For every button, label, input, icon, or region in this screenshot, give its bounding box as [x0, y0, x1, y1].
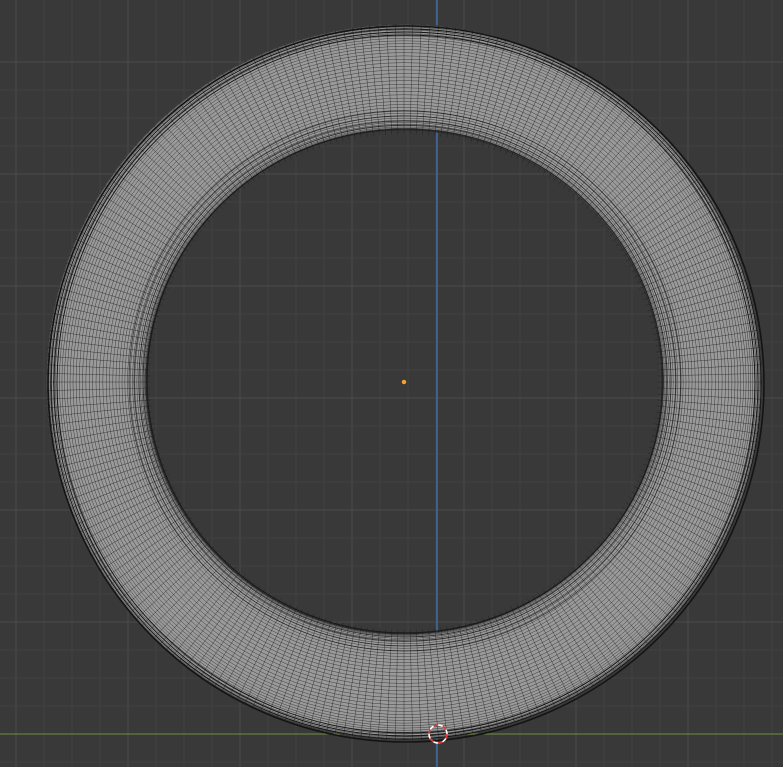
viewport-canvas[interactable]	[0, 0, 783, 767]
3d-viewport[interactable]	[0, 0, 783, 767]
object-origin-point[interactable]	[401, 379, 407, 385]
